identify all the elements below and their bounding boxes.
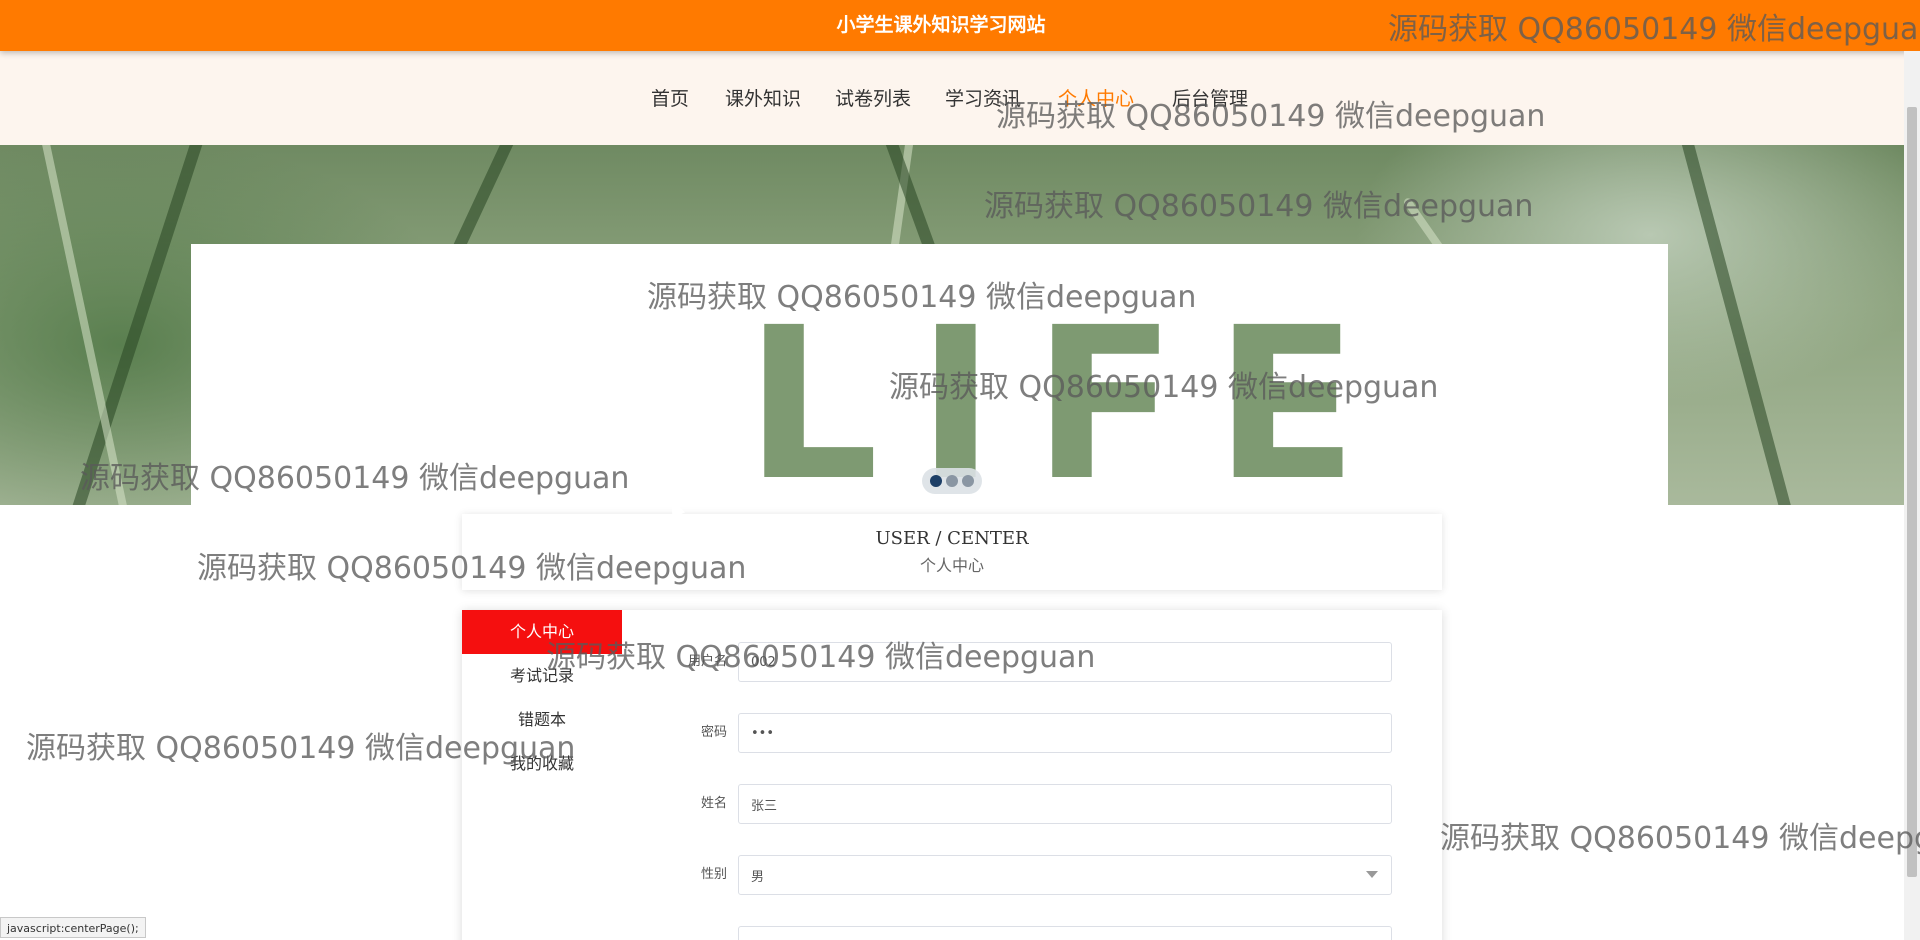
main-nav: 首页 课外知识 试卷列表 学习资讯 个人中心 后台管理 — [0, 51, 1904, 145]
password-field[interactable] — [738, 713, 1392, 753]
chevron-down-icon — [1366, 871, 1378, 878]
form-row-username: 用户名 — [642, 642, 1422, 682]
nav-item-news[interactable]: 学习资讯 — [945, 84, 1021, 111]
nav-item-admin[interactable]: 后台管理 — [1172, 84, 1248, 111]
section-title-cn: 个人中心 — [919, 556, 984, 575]
user-center-panel: 个人中心 考试记录 错题本 我的收藏 用户名 密码 姓名 性别 — [462, 610, 1442, 940]
carousel-dot[interactable] — [962, 475, 974, 487]
form-row-gender: 性别 — [642, 855, 1422, 895]
side-item-wrong-questions[interactable]: 错题本 — [462, 698, 622, 742]
next-field[interactable] — [738, 926, 1392, 940]
side-item-user-center[interactable]: 个人中心 — [462, 610, 622, 654]
carousel-dot-active[interactable] — [930, 475, 942, 487]
nav-item-home[interactable]: 首页 — [651, 84, 689, 111]
nav-item-exam-list[interactable]: 试卷列表 — [835, 84, 911, 111]
browser-status-bar: javascript:centerPage(); — [0, 917, 146, 938]
username-label: 用户名 — [687, 654, 727, 669]
gender-label: 性别 — [700, 867, 727, 882]
site-header: 小学生课外知识学习网站 — [0, 0, 1920, 51]
banner-carousel: LIFE — [0, 145, 1904, 505]
side-item-exam-records[interactable]: 考试记录 — [462, 654, 622, 698]
section-title-en: USER / CENTER — [875, 528, 1029, 549]
name-field[interactable] — [738, 784, 1392, 824]
form-row-password: 密码 — [642, 713, 1422, 753]
section-header: USER / CENTER 个人中心 — [462, 514, 1442, 590]
banner-life-text: LIFE — [745, 282, 1396, 506]
name-label: 姓名 — [700, 796, 727, 811]
grass-blade — [1665, 145, 1812, 505]
scrollbar-thumb[interactable] — [1907, 107, 1917, 877]
gender-select[interactable] — [738, 855, 1392, 895]
nav-item-knowledge[interactable]: 课外知识 — [725, 84, 801, 111]
side-menu: 个人中心 考试记录 错题本 我的收藏 — [462, 610, 622, 786]
form-row-next — [642, 926, 1422, 940]
form-row-name: 姓名 — [642, 784, 1422, 824]
side-item-favorites[interactable]: 我的收藏 — [462, 742, 622, 786]
password-label: 密码 — [700, 725, 727, 740]
carousel-indicator[interactable] — [922, 468, 982, 494]
page-scrollbar[interactable] — [1904, 51, 1920, 940]
carousel-dot[interactable] — [946, 475, 958, 487]
nav-item-user-center[interactable]: 个人中心 — [1058, 84, 1134, 111]
watermark-text: 源码获取 QQ86050149 微信deepguan — [1440, 821, 1920, 856]
site-title: 小学生课外知识学习网站 — [836, 14, 1046, 36]
username-field[interactable] — [738, 642, 1392, 682]
